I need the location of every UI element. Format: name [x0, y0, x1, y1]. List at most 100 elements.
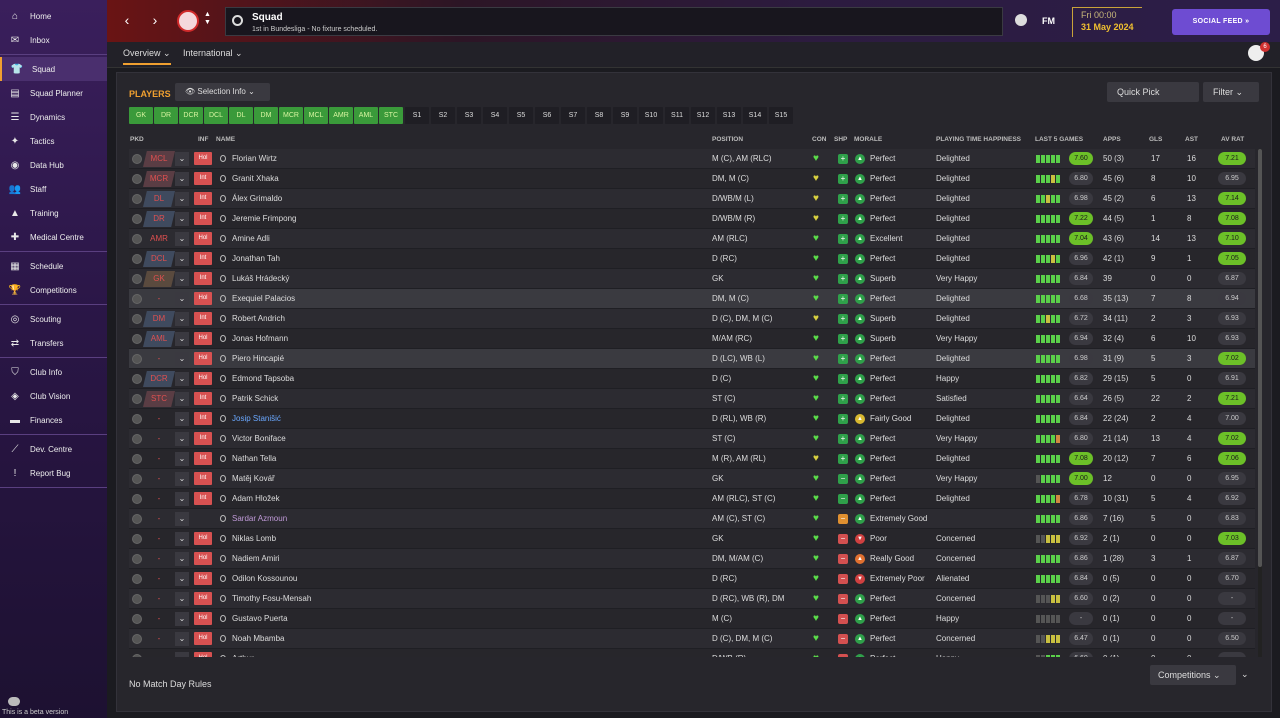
sidebar-item-staff[interactable]: 👥 Staff	[0, 177, 107, 201]
player-name[interactable]: Florian Wirtz	[232, 154, 277, 163]
pick-toggle[interactable]	[132, 274, 142, 284]
chevron-down-icon[interactable]: ⌄	[175, 492, 189, 506]
player-name[interactable]: Álex Grimaldo	[232, 194, 282, 203]
chevron-down-icon[interactable]: ⌄	[175, 612, 189, 626]
table-row[interactable]: MCL ⌄ Hol Florian Wirtz M (C), AM (RLC) ♥ + ▲ Pe…	[129, 149, 1255, 169]
pick-toggle[interactable]	[132, 434, 142, 444]
player-name[interactable]: Gustavo Puerta	[232, 614, 288, 623]
club-switch-caret-icon[interactable]: ▲ ▼	[204, 11, 211, 27]
picked-position[interactable]: -	[143, 651, 175, 657]
picked-position[interactable]: DCR	[143, 371, 175, 387]
col-ast[interactable]: AST	[1185, 136, 1198, 143]
table-row[interactable]: - ⌄ Hol Gustavo Puerta M (C) ♥ − ▲ Perfect Happy -…	[129, 609, 1255, 629]
chevron-down-icon[interactable]: ⌄	[175, 292, 189, 306]
position-filter-dm[interactable]: DM	[254, 107, 278, 124]
chevron-down-icon[interactable]: ⌄	[175, 552, 189, 566]
picked-position[interactable]: DM	[143, 311, 175, 327]
pick-toggle[interactable]	[132, 514, 142, 524]
pick-toggle[interactable]	[132, 574, 142, 584]
filter-button[interactable]: Filter ⌄	[1203, 82, 1259, 102]
picked-position[interactable]: AMR	[143, 231, 175, 247]
chevron-down-icon[interactable]: ⌄	[175, 412, 189, 426]
player-name[interactable]: Exequiel Palacios	[232, 294, 295, 303]
pick-toggle[interactable]	[132, 554, 142, 564]
pick-toggle[interactable]	[132, 254, 142, 264]
chevron-down-icon[interactable]: ⌄	[175, 512, 189, 526]
position-filter-dcl[interactable]: DCL	[204, 107, 228, 124]
player-name[interactable]: Victor Boniface	[232, 434, 286, 443]
player-name[interactable]: Timothy Fosu-Mensah	[232, 594, 311, 603]
col-av-rat[interactable]: AV RAT	[1221, 136, 1244, 143]
chevron-down-icon[interactable]: ⌄	[175, 332, 189, 346]
table-row[interactable]: DM ⌄ Int Robert Andrich D (C), DM, M (C) ♥ + ▲ S…	[129, 309, 1255, 329]
selection-filter-s3[interactable]: S3	[457, 107, 481, 124]
chevron-down-icon[interactable]: ⌄	[175, 152, 189, 166]
player-name[interactable]: Adam Hložek	[232, 494, 280, 503]
table-row[interactable]: MCR ⌄ Int Granit Xhaka DM, M (C) ♥ + ▲ Perfect De…	[129, 169, 1255, 189]
table-row[interactable]: DL ⌄ Int Álex Grimaldo D/WB/M (L) ♥ + ▲ Perfect D…	[129, 189, 1255, 209]
chevron-down-icon[interactable]: ⌄	[175, 232, 189, 246]
pick-toggle[interactable]	[132, 414, 142, 424]
selection-filter-s4[interactable]: S4	[483, 107, 507, 124]
chevron-down-icon[interactable]: ⌄	[175, 252, 189, 266]
selection-filter-s9[interactable]: S9	[613, 107, 637, 124]
table-row[interactable]: - ⌄ Sardar Azmoun AM (C), ST (C) ♥ − ▲ Extremel…	[129, 509, 1255, 529]
pick-toggle[interactable]	[132, 474, 142, 484]
sidebar-item-data-hub[interactable]: ◉ Data Hub	[0, 153, 107, 177]
picked-position[interactable]: -	[143, 511, 175, 527]
table-row[interactable]: - ⌄ Int Josip Stanišić D (RL), WB (R) ♥ + ▲ Fair…	[129, 409, 1255, 429]
pick-toggle[interactable]	[132, 454, 142, 464]
position-filter-mcr[interactable]: MCR	[279, 107, 303, 124]
position-filter-aml[interactable]: AML	[354, 107, 378, 124]
table-row[interactable]: - ⌄ Int Matěj Kovář GK ♥ − ▲ Perfect Very Happy 7.…	[129, 469, 1255, 489]
table-scrollbar[interactable]	[1258, 149, 1262, 657]
table-row[interactable]: - ⌄ Hol Niklas Lomb GK ♥ − ▼ Poor Concerned 6.92 2 …	[129, 529, 1255, 549]
pick-toggle[interactable]	[132, 394, 142, 404]
col-last-5-games[interactable]: LAST 5 GAMES	[1035, 136, 1083, 143]
chevron-down-icon[interactable]: ⌄	[175, 192, 189, 206]
picked-position[interactable]: STC	[143, 391, 175, 407]
col-name[interactable]: NAME	[216, 136, 235, 143]
position-filter-gk[interactable]: GK	[129, 107, 153, 124]
player-name[interactable]: Edmond Tapsoba	[232, 374, 294, 383]
player-name[interactable]: Odilon Kossounou	[232, 574, 297, 583]
pick-toggle[interactable]	[132, 534, 142, 544]
sidebar-item-tactics[interactable]: ✦ Tactics	[0, 129, 107, 153]
position-filter-mcl[interactable]: MCL	[304, 107, 328, 124]
sidebar-item-competitions[interactable]: 🏆 Competitions	[0, 278, 107, 302]
pick-toggle[interactable]	[132, 334, 142, 344]
chevron-down-icon[interactable]: ⌄	[175, 532, 189, 546]
picked-position[interactable]: MCR	[143, 171, 175, 187]
position-filter-dr[interactable]: DR	[154, 107, 178, 124]
sidebar-item-home[interactable]: ⌂ Home	[0, 4, 107, 28]
chevron-down-icon[interactable]: ⌄	[175, 312, 189, 326]
pick-toggle[interactable]	[132, 594, 142, 604]
chat-icon[interactable]	[8, 697, 20, 706]
picked-position[interactable]: -	[143, 351, 175, 367]
pick-toggle[interactable]	[132, 174, 142, 184]
sidebar-item-dev-centre[interactable]: ⟋ Dev. Centre	[0, 437, 107, 461]
player-name[interactable]: Nadiem Amiri	[232, 554, 280, 563]
picked-position[interactable]: DL	[143, 191, 175, 207]
picked-position[interactable]: -	[143, 611, 175, 627]
chevron-down-icon[interactable]: ⌄	[175, 592, 189, 606]
picked-position[interactable]: GK	[143, 271, 175, 287]
picked-position[interactable]: -	[143, 411, 175, 427]
picked-position[interactable]: -	[143, 551, 175, 567]
selection-filter-s5[interactable]: S5	[509, 107, 533, 124]
player-name[interactable]: Arthur	[232, 654, 254, 657]
sidebar-item-squad-planner[interactable]: ▤ Squad Planner	[0, 81, 107, 105]
table-row[interactable]: -⌄HolArthurD/WB (R)♥−▲PerfectHappy6.600 …	[129, 649, 1255, 657]
chevron-down-icon[interactable]: ⌄	[175, 352, 189, 366]
page-header-box[interactable]: Squad 1st in Bundesliga - No fixture sch…	[225, 7, 1003, 36]
selection-filter-s7[interactable]: S7	[561, 107, 585, 124]
selection-filter-s15[interactable]: S15	[769, 107, 793, 124]
sidebar-item-schedule[interactable]: ▦ Schedule	[0, 254, 107, 278]
table-row[interactable]: - ⌄ Hol Odilon Kossounou D (RC) ♥ − ▼ Extremely …	[129, 569, 1255, 589]
pick-toggle[interactable]	[132, 314, 142, 324]
selection-filter-s8[interactable]: S8	[587, 107, 611, 124]
sidebar-item-finances[interactable]: ▬ Finances	[0, 408, 107, 432]
table-row[interactable]: DCR ⌄ Hol Edmond Tapsoba D (C) ♥ + ▲ Perfect Happ…	[129, 369, 1255, 389]
selection-filter-s6[interactable]: S6	[535, 107, 559, 124]
selection-filter-s12[interactable]: S12	[691, 107, 715, 124]
